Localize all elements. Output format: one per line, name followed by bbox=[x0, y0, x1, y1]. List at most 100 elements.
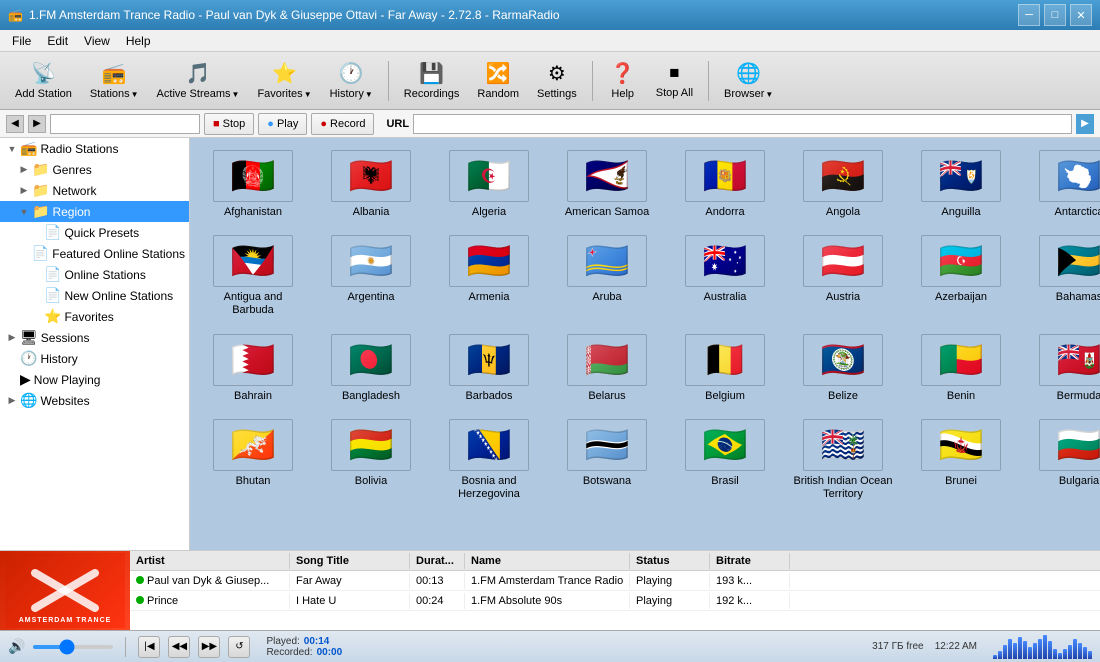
menu-file[interactable]: File bbox=[4, 32, 39, 50]
table-row[interactable]: Prince I Hate U 00:24 1.FM Absolute 90s … bbox=[130, 591, 1100, 611]
forward-button[interactable]: ▶▶ bbox=[198, 636, 220, 658]
flag-item[interactable]: 🇦🇼 Aruba bbox=[552, 231, 662, 321]
help-button[interactable]: ❓ Help bbox=[601, 56, 645, 106]
play-button[interactable]: ● Play bbox=[258, 113, 307, 135]
flag-item[interactable]: 🇧🇳 Brunei bbox=[906, 415, 1016, 505]
sidebar-item-now-playing[interactable]: ▶ Now Playing bbox=[0, 369, 189, 390]
add-station-button[interactable]: 📡 Add Station bbox=[8, 56, 79, 106]
sidebar-item-online-stations[interactable]: 📄 Online Stations bbox=[0, 264, 189, 285]
sidebar-item-websites[interactable]: ▶ 🌐 Websites bbox=[0, 390, 189, 411]
region-icon: 📁 bbox=[32, 203, 49, 220]
recordings-button[interactable]: 💾 Recordings bbox=[397, 56, 467, 106]
flag-item[interactable]: 🇧🇴 Bolivia bbox=[316, 415, 426, 505]
nav-back-button[interactable]: ◀ bbox=[6, 115, 24, 133]
settings-icon: ⚙ bbox=[548, 61, 566, 86]
active-streams-button[interactable]: 🎵 Active Streams ▼ bbox=[150, 56, 247, 106]
flag-item[interactable]: 🇦🇮 Anguilla bbox=[906, 146, 1016, 223]
sidebar-item-sessions[interactable]: ▶ 🖥 Sessions bbox=[0, 327, 189, 348]
flag-item[interactable]: 🇦🇶 Antarctica bbox=[1024, 146, 1100, 223]
flag-item[interactable]: 🇧🇾 Belarus bbox=[552, 330, 662, 407]
sidebar-item-region[interactable]: ▼ 📁 Region bbox=[0, 201, 189, 222]
sidebar-item-radio-stations[interactable]: ▼ 📻 Radio Stations bbox=[0, 138, 189, 159]
flag-item[interactable]: 🇧🇸 Bahamas bbox=[1024, 231, 1100, 321]
flag-item[interactable]: 🇧🇧 Barbados bbox=[434, 330, 544, 407]
flag-item[interactable]: 🇦🇴 Angola bbox=[788, 146, 898, 223]
back-button[interactable]: ◀◀ bbox=[168, 636, 190, 658]
flag-item[interactable]: 🇦🇱 Albania bbox=[316, 146, 426, 223]
table-row[interactable]: Paul van Dyk & Giusep... Far Away 00:13 … bbox=[130, 571, 1100, 591]
flag-item[interactable]: 🇦🇹 Austria bbox=[788, 231, 898, 321]
titlebar-left: 📻 1.FM Amsterdam Trance Radio - Paul van… bbox=[8, 8, 560, 22]
sidebar-item-featured-online-stations[interactable]: 📄 Featured Online Stations bbox=[0, 243, 189, 264]
flag-item[interactable]: 🇧🇲 Bermuda bbox=[1024, 330, 1100, 407]
sidebar-item-quick-presets[interactable]: 📄 Quick Presets bbox=[0, 222, 189, 243]
flag-item[interactable]: 🇧🇷 Brasil bbox=[670, 415, 780, 505]
flag-item[interactable]: 🇦🇸 American Samoa bbox=[552, 146, 662, 223]
current-time: 12:22 AM bbox=[935, 641, 977, 652]
flag-label: Algeria bbox=[472, 206, 506, 219]
flag-item[interactable]: 🇧🇩 Bangladesh bbox=[316, 330, 426, 407]
sidebar-item-favorites[interactable]: ⭐ Favorites bbox=[0, 306, 189, 327]
spectrum-bar bbox=[1068, 645, 1072, 659]
sidebar-item-genres[interactable]: ▶ 📁 Genres bbox=[0, 159, 189, 180]
spectrum-bar bbox=[1038, 639, 1042, 659]
history-button[interactable]: 🕐 History ▼ bbox=[323, 56, 380, 106]
favorites-button[interactable]: ⭐ Favorites ▼ bbox=[250, 56, 318, 106]
flag-item[interactable]: 🇧🇿 Belize bbox=[788, 330, 898, 407]
settings-button[interactable]: ⚙ Settings bbox=[530, 56, 584, 106]
menu-view[interactable]: View bbox=[76, 32, 118, 50]
flag-item[interactable]: 🇧🇯 Benin bbox=[906, 330, 1016, 407]
url-input[interactable] bbox=[413, 114, 1072, 134]
sidebar-item-history[interactable]: 🕐 History bbox=[0, 348, 189, 369]
stop-button[interactable]: ■ Stop bbox=[204, 113, 254, 135]
stations-button[interactable]: 📻 Stations ▼ bbox=[83, 56, 146, 106]
flag-item[interactable]: 🇦🇬 Antigua and Barbuda bbox=[198, 231, 308, 321]
maximize-button[interactable]: □ bbox=[1044, 4, 1066, 26]
flag-item[interactable]: 🇧🇼 Botswana bbox=[552, 415, 662, 505]
prev-button[interactable]: |◀ bbox=[138, 636, 160, 658]
flag-item[interactable]: 🇧🇭 Bahrain bbox=[198, 330, 308, 407]
close-button[interactable]: ✕ bbox=[1070, 4, 1092, 26]
flag-label: Bolivia bbox=[355, 475, 387, 488]
flag-label: Australia bbox=[704, 291, 747, 304]
flag-item[interactable]: 🇧🇪 Belgium bbox=[670, 330, 780, 407]
flag-box: 🇦🇷 bbox=[331, 235, 411, 287]
header-status: Status bbox=[630, 553, 710, 569]
volume-slider[interactable] bbox=[33, 645, 113, 649]
flag-item[interactable]: 🇮🇴 British Indian Ocean Territory bbox=[788, 415, 898, 505]
flags-grid: 🇦🇫 Afghanistan 🇦🇱 Albania 🇩🇿 Algeria 🇦🇸 … bbox=[198, 146, 1092, 505]
nav-forward-button[interactable]: ▶ bbox=[28, 115, 46, 133]
repeat-button[interactable]: ↺ bbox=[228, 636, 250, 658]
flag-item[interactable]: 🇩🇿 Algeria bbox=[434, 146, 544, 223]
sidebar-item-new-online-stations[interactable]: 📄 New Online Stations bbox=[0, 285, 189, 306]
play-label: Play bbox=[277, 118, 298, 130]
row1-status: Playing bbox=[630, 573, 710, 589]
disk-info: 317 ГБ free 12:22 AM bbox=[872, 641, 977, 652]
flag-item[interactable]: 🇦🇫 Afghanistan bbox=[198, 146, 308, 223]
header-duration: Durat... bbox=[410, 553, 465, 569]
menu-help[interactable]: Help bbox=[118, 32, 159, 50]
flag-item[interactable]: 🇦🇩 Andorra bbox=[670, 146, 780, 223]
flag-item[interactable]: 🇧🇬 Bulgaria bbox=[1024, 415, 1100, 505]
flag-item[interactable]: 🇦🇷 Argentina bbox=[316, 231, 426, 321]
record-button[interactable]: ● Record bbox=[311, 113, 374, 135]
titlebar-controls[interactable]: ─ □ ✕ bbox=[1018, 4, 1092, 26]
flag-label: Bahamas bbox=[1056, 291, 1100, 304]
menu-edit[interactable]: Edit bbox=[39, 32, 76, 50]
flag-item[interactable]: 🇧🇹 Bhutan bbox=[198, 415, 308, 505]
sessions-label: Sessions bbox=[41, 331, 90, 345]
search-input[interactable] bbox=[50, 114, 200, 134]
url-go-button[interactable]: ▶ bbox=[1076, 114, 1094, 134]
flag-box: 🇧🇿 bbox=[803, 334, 883, 386]
flag-item[interactable]: 🇦🇿 Azerbaijan bbox=[906, 231, 1016, 321]
spectrum-bar bbox=[1078, 643, 1082, 659]
browser-button[interactable]: 🌐 Browser ▼ bbox=[717, 56, 780, 106]
sidebar-item-network[interactable]: ▶ 📁 Network bbox=[0, 180, 189, 201]
flag-item[interactable]: 🇧🇦 Bosnia and Herzegovina bbox=[434, 415, 544, 505]
random-button[interactable]: 🔀 Random bbox=[470, 56, 526, 106]
stop-all-button[interactable]: ⏹ Stop All bbox=[649, 56, 700, 106]
minimize-button[interactable]: ─ bbox=[1018, 4, 1040, 26]
flag-label: Angola bbox=[826, 206, 860, 219]
flag-item[interactable]: 🇦🇺 Australia bbox=[670, 231, 780, 321]
flag-item[interactable]: 🇦🇲 Armenia bbox=[434, 231, 544, 321]
